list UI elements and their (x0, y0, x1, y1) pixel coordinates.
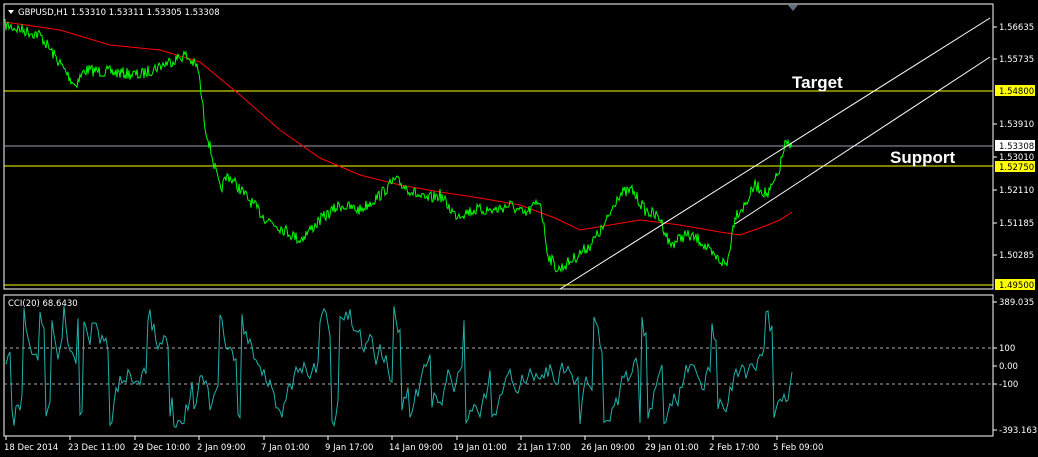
cci-tick: -393.163 (999, 426, 1037, 436)
time-label: 19 Jan 01:00 (453, 443, 507, 453)
shift-marker-icon[interactable] (788, 5, 798, 11)
cci-tick: 389.035 (999, 298, 1034, 308)
time-label: 14 Jan 09:00 (389, 443, 443, 453)
target-label: Target (792, 73, 843, 92)
cci-title: CCI(20) 68.6430 (8, 299, 78, 309)
price-tick: 1.50285 (999, 251, 1034, 261)
time-label: 2 Feb 17:00 (709, 443, 759, 453)
time-label: 18 Dec 2014 (4, 443, 58, 453)
time-label: 5 Feb 09:00 (773, 443, 823, 453)
current-price-label: 1.53308 (999, 142, 1034, 152)
moving-average-line (4, 21, 793, 236)
price-axis: 1.56635 1.55735 1.53910 1.53010 1.52110 … (993, 23, 1035, 291)
cci-panel[interactable] (3, 294, 994, 437)
triangle-down-icon[interactable] (8, 10, 14, 14)
cci-line (5, 305, 793, 429)
cci-tick: -100 (999, 380, 1018, 390)
support-label: Support (890, 148, 955, 167)
time-label: 29 Dec 10:00 (133, 443, 190, 453)
time-label: 23 Dec 11:00 (68, 443, 125, 453)
time-axis: 18 Dec 2014 23 Dec 11:00 29 Dec 10:00 2 … (4, 436, 823, 453)
price-tick: 1.53910 (999, 120, 1034, 130)
support-price-label: 1.52750 (999, 163, 1034, 173)
price-tick: 1.55735 (999, 55, 1034, 65)
time-label: 2 Jan 09:00 (197, 443, 245, 453)
bottom-price-label: 1.49500 (999, 281, 1034, 291)
time-label: 9 Jan 17:00 (325, 443, 373, 453)
cci-axis: 389.035 100 0.00 -100 -393.163 (993, 298, 1037, 436)
price-tick: 1.51185 (999, 219, 1034, 229)
symbol-info: GBPUSD,H1 1.53310 1.53311 1.53305 1.5330… (18, 8, 220, 18)
time-label: 7 Jan 01:00 (261, 443, 309, 453)
channel-lower-line[interactable] (734, 56, 991, 225)
price-tick: 1.56635 (999, 23, 1034, 33)
time-label: 26 Jan 09:00 (581, 443, 635, 453)
time-label: 21 Jan 17:00 (517, 443, 571, 453)
target-price-label: 1.54800 (999, 87, 1034, 97)
cci-tick: 0.00 (999, 362, 1018, 372)
price-line (4, 18, 793, 274)
cci-tick: 100 (999, 344, 1015, 354)
time-label: 29 Jan 01:00 (645, 443, 699, 453)
trading-chart[interactable]: GBPUSD,H1 1.53310 1.53311 1.53305 1.5330… (0, 0, 1038, 457)
price-tick: 1.52110 (999, 186, 1034, 196)
